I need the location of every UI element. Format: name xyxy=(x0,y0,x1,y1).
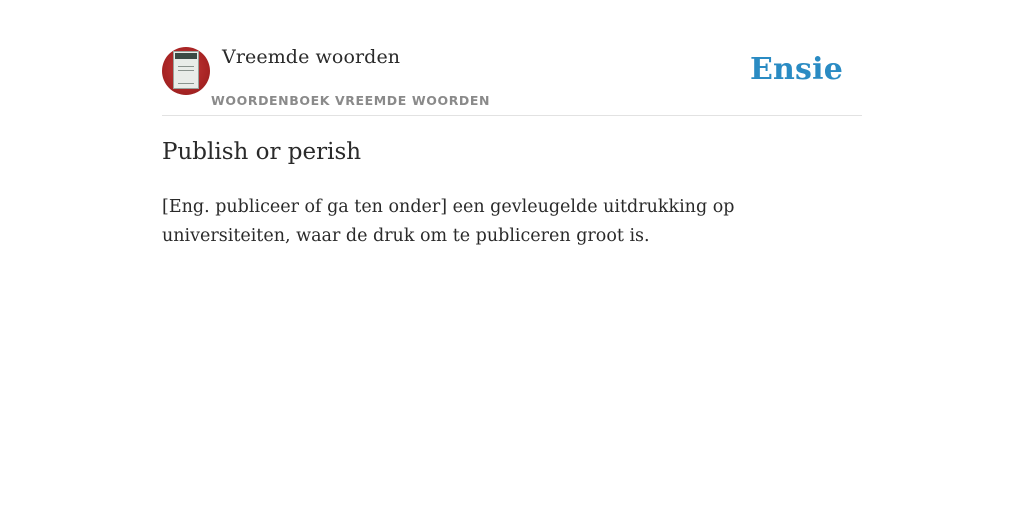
brand-logo[interactable]: Ensie xyxy=(750,52,843,87)
site-subtitle: WOORDENBOEK VREEMDE WOORDEN xyxy=(211,93,491,108)
site-header: Vreemde woorden WOORDENBOEK VREEMDE WOOR… xyxy=(162,46,862,116)
book-cover-icon xyxy=(173,51,199,89)
site-title[interactable]: Vreemde woorden xyxy=(222,46,400,68)
dictionary-avatar[interactable] xyxy=(162,47,210,95)
page: Vreemde woorden WOORDENBOEK VREEMDE WOOR… xyxy=(0,0,1024,512)
entry-title: Publish or perish xyxy=(162,139,362,165)
entry-definition: [Eng. publiceer of ga ten onder] een gev… xyxy=(162,197,735,246)
